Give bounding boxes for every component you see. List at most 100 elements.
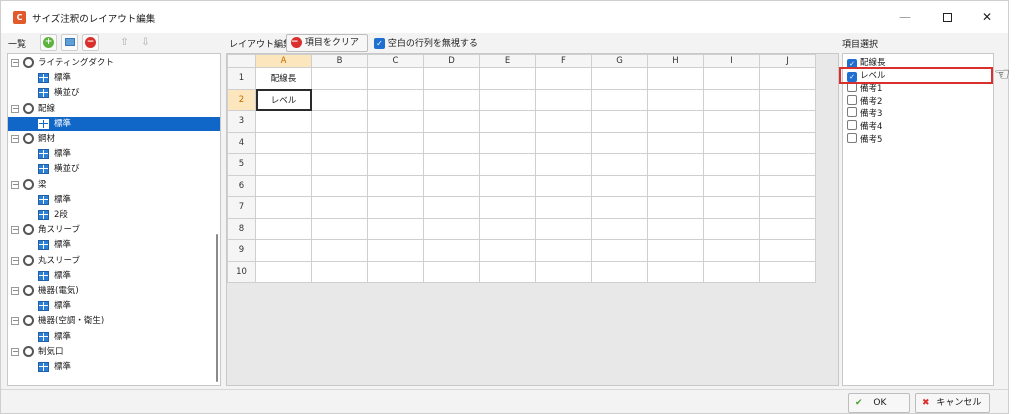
column-header[interactable]: B [311,54,368,68]
maximize-button[interactable] [926,1,968,33]
tree-leaf[interactable]: 標準 [8,238,220,252]
tree-group[interactable]: − 梁 [8,178,220,192]
grid-cell[interactable] [367,260,424,283]
grid-cell[interactable] [367,174,424,197]
row-header[interactable]: 4 [227,131,256,154]
grid-cell[interactable] [311,196,368,219]
grid-cell[interactable] [535,174,592,197]
grid-cell[interactable] [647,88,704,111]
row-header[interactable]: 6 [227,174,256,197]
grid-cell[interactable] [311,239,368,262]
grid-cell[interactable] [423,88,480,111]
grid-cell[interactable] [255,131,312,154]
add-button[interactable]: + [40,34,57,51]
row-header[interactable]: 9 [227,239,256,262]
grid-cell[interactable] [311,131,368,154]
grid-cell[interactable] [479,67,536,90]
collapse-icon[interactable]: − [11,287,19,295]
grid-cell[interactable] [535,153,592,176]
tree-group[interactable]: − 機器(電気) [8,284,220,298]
tree-leaf[interactable]: 横並び [8,162,220,176]
grid-cell[interactable] [591,196,648,219]
grid-cell[interactable] [479,153,536,176]
grid-cell[interactable] [759,217,816,240]
row-header[interactable]: 3 [227,110,256,133]
grid-cell[interactable] [367,110,424,133]
grid-cell[interactable] [255,239,312,262]
grid-cell[interactable] [423,174,480,197]
collapse-icon[interactable]: − [11,180,19,189]
tree-leaf[interactable]: 標準 [8,360,220,374]
grid-cell[interactable] [647,67,704,90]
grid-cell[interactable] [367,196,424,219]
grid-cell[interactable] [647,239,704,262]
layout-grid[interactable]: A B C D E F G H I J 1 配線長 2 レベル 3 4 5 6 7 8 9 10 [227,54,816,283]
tree-leaf[interactable]: 標準 [8,193,220,207]
grid-cell[interactable] [703,239,760,262]
column-header[interactable]: J [759,54,816,68]
grid-cell[interactable] [311,88,368,111]
grid-cell[interactable] [367,88,424,111]
grid-cell[interactable] [423,239,480,262]
clear-items-button[interactable]: − 項目をクリアー [286,34,368,64]
grid-cell[interactable] [647,260,704,283]
move-down-button[interactable]: ⇩ [137,34,154,51]
collapse-icon[interactable]: − [11,317,19,326]
grid-cell[interactable] [703,88,760,111]
grid-cell[interactable] [591,67,648,90]
row-header[interactable]: 7 [227,196,256,219]
row-header[interactable]: 1 [227,67,256,90]
tree-group[interactable]: − 制気口 [8,345,220,359]
grid-cell[interactable] [591,217,648,240]
grid-cell[interactable] [311,67,368,90]
grid-cell[interactable] [311,174,368,197]
column-header[interactable]: I [703,54,760,68]
grid-cell[interactable] [535,217,592,240]
grid-cell[interactable] [759,88,816,111]
grid-cell[interactable] [591,260,648,283]
grid-cell[interactable] [647,131,704,154]
grid-cell[interactable] [759,196,816,219]
grid-cell[interactable] [255,217,312,240]
grid-cell[interactable] [479,196,536,219]
grid-cell[interactable] [647,174,704,197]
row-header[interactable]: 8 [227,217,256,240]
grid-cell[interactable] [703,131,760,154]
collapse-icon[interactable]: − [11,104,19,113]
tree-leaf[interactable]: 2段 [8,208,220,222]
grid-cell[interactable] [535,67,592,90]
collapse-icon[interactable]: − [11,256,19,265]
cancel-button[interactable]: ✖ キャンセル [915,393,990,413]
grid-cell[interactable] [255,196,312,219]
item-checkbox[interactable]: 備考4 [847,120,992,132]
grid-cell[interactable] [647,196,704,219]
grid-cell[interactable] [423,260,480,283]
grid-cell[interactable] [255,174,312,197]
grid-cell[interactable] [703,260,760,283]
grid-cell[interactable] [759,67,816,90]
item-checkbox[interactable]: 備考2 [847,94,992,107]
grid-cell[interactable] [311,153,368,176]
grid-cell[interactable] [703,67,760,90]
grid-cell[interactable] [759,174,816,197]
grid-cell[interactable] [535,196,592,219]
collapse-icon[interactable]: − [11,347,19,356]
column-header[interactable]: E [479,54,536,68]
row-header[interactable]: 5 [227,153,256,176]
grid-cell[interactable] [703,110,760,133]
grid-cell[interactable] [759,131,816,154]
column-header[interactable]: G [591,54,648,68]
grid-cell[interactable] [255,110,312,133]
grid-cell[interactable] [367,67,424,90]
tree-leaf[interactable]: 横並び [8,86,220,100]
grid-cell[interactable] [423,153,480,176]
grid-cell[interactable] [479,110,536,133]
grid-cell[interactable] [535,239,592,262]
column-header[interactable]: F [535,54,592,68]
grid-cell[interactable] [423,217,480,240]
grid-cell[interactable] [311,217,368,240]
copy-button[interactable] [61,34,78,51]
tree-leaf[interactable]: 標準 [8,269,220,283]
grid-cell[interactable] [759,239,816,262]
grid-cell[interactable] [479,217,536,240]
